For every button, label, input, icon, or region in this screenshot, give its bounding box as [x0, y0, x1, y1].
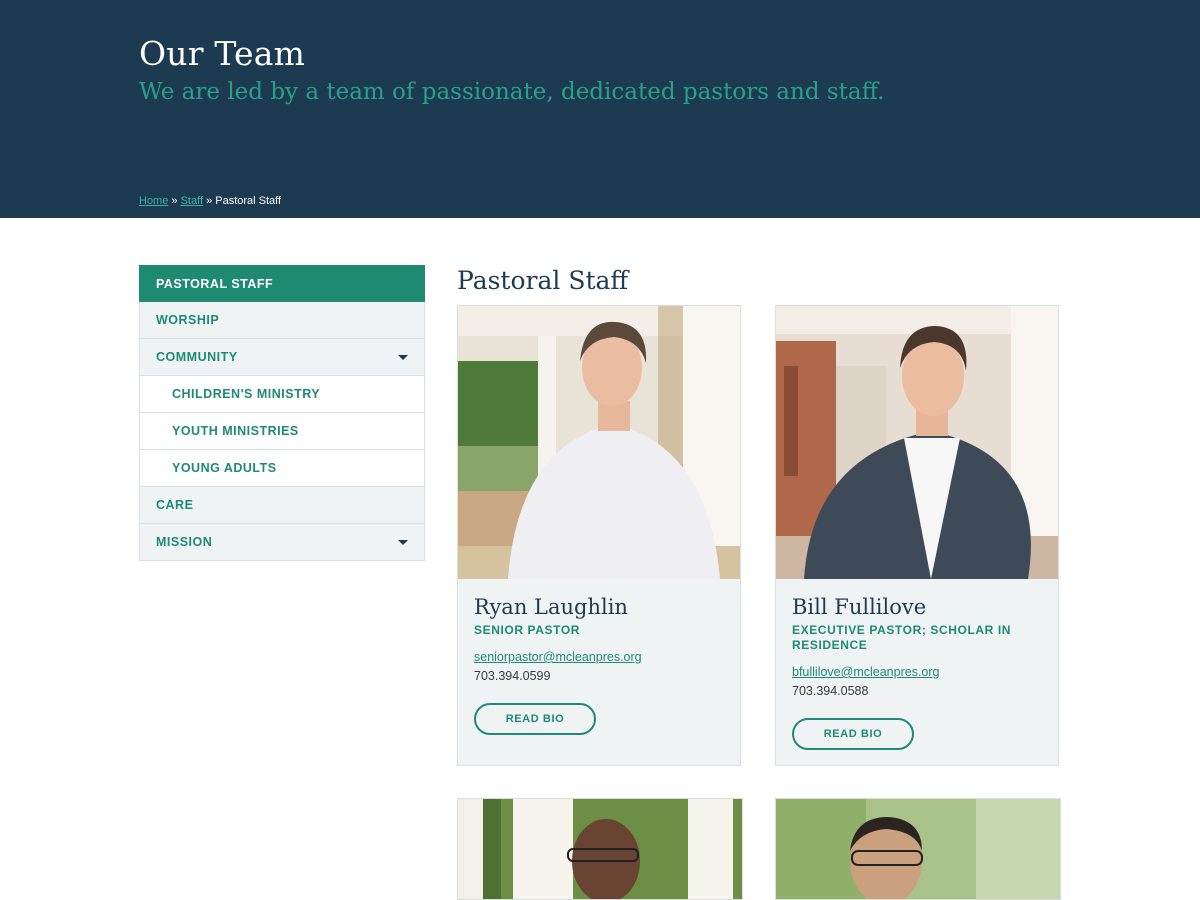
sidebar-item-label: WORSHIP: [156, 313, 220, 327]
staff-email-link[interactable]: seniorpastor@mcleanpres.org: [474, 650, 724, 664]
sidebar-item-mission[interactable]: MISSION: [139, 524, 425, 561]
sidebar-item-label: COMMUNITY: [156, 350, 238, 364]
staff-photo-image: [776, 306, 1058, 579]
page-title: Our Team: [139, 34, 306, 73]
staff-role: SENIOR PASTOR: [474, 623, 581, 637]
read-bio-button[interactable]: READ BIO: [792, 718, 914, 750]
sidebar-nav: PASTORAL STAFF WORSHIP COMMUNITY CHILDRE…: [139, 265, 425, 561]
breadcrumb-staff-link[interactable]: Staff: [181, 195, 203, 207]
staff-role: EXECUTIVE PASTOR; SCHOLAR IN RESIDENCE: [792, 623, 1012, 652]
section-title: Pastoral Staff: [457, 266, 629, 295]
staff-photo: [776, 306, 1058, 579]
staff-photo-image: [458, 306, 740, 579]
sidebar-item-pastoral-staff[interactable]: PASTORAL STAFF: [139, 265, 425, 302]
sidebar-item-label: YOUTH MINISTRIES: [172, 424, 299, 438]
staff-photo-image: [776, 799, 1060, 899]
staff-name: Bill Fullilove: [792, 595, 927, 619]
sidebar-item-label: PASTORAL STAFF: [156, 276, 274, 291]
staff-phone: 703.394.0588: [792, 684, 869, 698]
sidebar-item-label: CARE: [156, 498, 194, 512]
breadcrumb-current: Pastoral Staff: [215, 195, 282, 207]
sidebar-item-childrens-ministry[interactable]: CHILDREN'S MINISTRY: [139, 376, 425, 413]
breadcrumb-separator: »: [168, 195, 181, 207]
breadcrumb-home-link[interactable]: Home: [139, 195, 168, 207]
sidebar-item-worship[interactable]: WORSHIP: [139, 302, 425, 339]
sidebar-item-label: MISSION: [156, 535, 213, 549]
sidebar-item-label: YOUNG ADULTS: [172, 461, 277, 475]
staff-photo: [458, 306, 740, 579]
sidebar-item-young-adults[interactable]: YOUNG ADULTS: [139, 450, 425, 487]
sidebar-item-youth-ministries[interactable]: YOUTH MINISTRIES: [139, 413, 425, 450]
staff-card: Bill Fullilove EXECUTIVE PASTOR; SCHOLAR…: [775, 305, 1059, 766]
sidebar-item-care[interactable]: CARE: [139, 487, 425, 524]
read-bio-button[interactable]: READ BIO: [474, 703, 596, 735]
page-subtitle: We are led by a team of passionate, dedi…: [139, 79, 885, 105]
chevron-down-icon[interactable]: [398, 539, 408, 545]
sidebar-item-label: CHILDREN'S MINISTRY: [172, 387, 321, 401]
page-hero: Our Team We are led by a team of passion…: [0, 0, 1200, 218]
staff-name: Ryan Laughlin: [474, 595, 628, 619]
staff-email-link[interactable]: bfullilove@mcleanpres.org: [792, 665, 1042, 679]
breadcrumb-separator: »: [203, 195, 216, 207]
staff-card: [457, 798, 743, 900]
chevron-down-icon[interactable]: [398, 354, 408, 360]
staff-card: Ryan Laughlin SENIOR PASTOR seniorpastor…: [457, 305, 741, 766]
sidebar-item-community[interactable]: COMMUNITY: [139, 339, 425, 376]
staff-photo-image: [458, 799, 742, 899]
staff-phone: 703.394.0599: [474, 669, 551, 683]
staff-card: [775, 798, 1061, 900]
breadcrumb: Home » Staff » Pastoral Staff: [139, 195, 281, 207]
